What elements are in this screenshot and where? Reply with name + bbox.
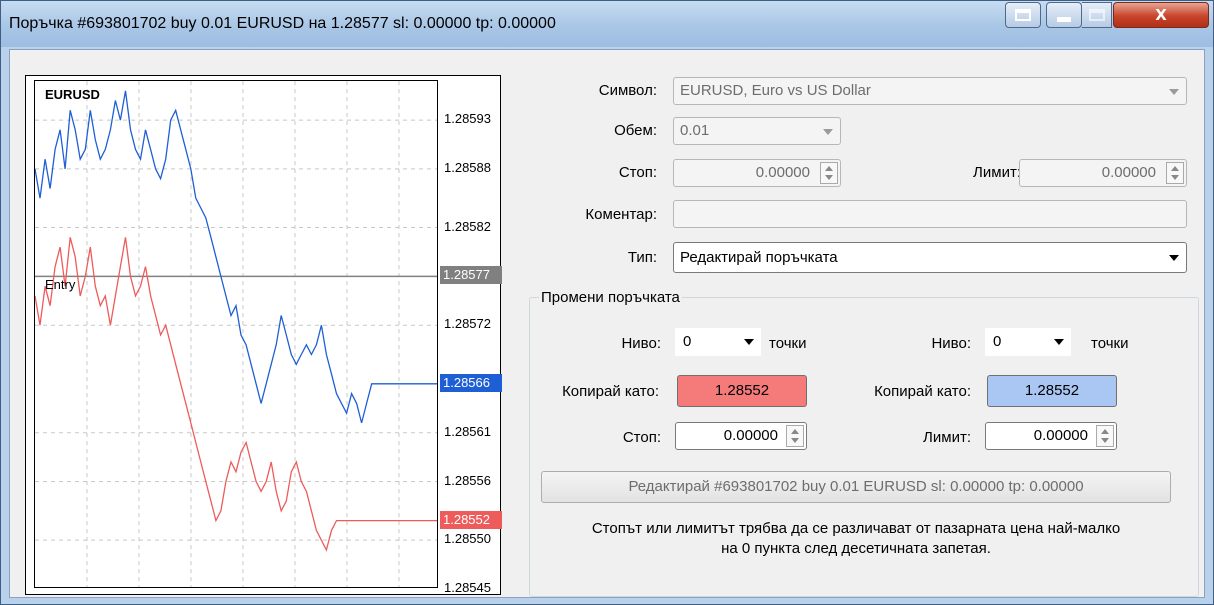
window-title: Поръчка #693801702 buy 0.01 EURUSD на 1.… <box>9 15 556 32</box>
spin-down-icon <box>791 438 799 443</box>
modify-limit-value: 0.00000 <box>1033 427 1088 444</box>
chevron-down-icon <box>823 129 833 135</box>
modify-order-group-title: Промени поръчката <box>539 289 682 306</box>
volume-label: Обем: <box>614 122 657 139</box>
ask-price-tag: 1.28552 <box>440 510 502 529</box>
sl-level-select[interactable]: 0 <box>675 328 761 356</box>
price-tick-label: 1.28556 <box>444 472 491 488</box>
symbol-select-value: EURUSD, Euro vs US Dollar <box>680 82 871 99</box>
chevron-down-icon <box>1054 339 1064 345</box>
chart-svg <box>35 81 437 587</box>
modify-stop-value: 0.00000 <box>723 427 778 444</box>
restore-icon <box>1015 9 1031 21</box>
sl-level-value: 0 <box>683 333 692 350</box>
minimize-icon <box>1057 16 1071 22</box>
modify-stop-label: Стоп: <box>622 429 661 446</box>
modify-stop-spinner[interactable] <box>786 425 804 447</box>
symbol-label: Символ: <box>598 82 657 99</box>
title-bar[interactable]: Поръчка #693801702 buy 0.01 EURUSD на 1.… <box>1 1 1213 47</box>
entry-line-label: Entry <box>45 277 76 292</box>
modify-stop-field[interactable]: 0.00000 <box>675 422 807 450</box>
spin-up-icon <box>1171 166 1179 171</box>
chevron-down-icon <box>1169 255 1179 261</box>
tp-level-select[interactable]: 0 <box>985 328 1071 356</box>
tp-level-value: 0 <box>993 333 1002 350</box>
sl-points-label: точки <box>769 335 807 352</box>
chart-symbol-label: EURUSD <box>45 87 100 102</box>
order-type-value: Редактирай поръчката <box>680 249 838 266</box>
info-note-line-2: на 0 пункта след десетичната запетая. <box>721 540 991 557</box>
copy-sl-button[interactable]: 1.28552 <box>677 375 807 407</box>
take-profit-label: Лимит: <box>973 164 1021 181</box>
comment-label: Коментар: <box>585 206 657 223</box>
stop-loss-field[interactable]: 0.00000 <box>673 159 841 187</box>
copy-tp-button[interactable]: 1.28552 <box>987 375 1117 407</box>
price-tick-label: 1.28582 <box>444 218 491 234</box>
take-profit-value: 0.00000 <box>1101 164 1156 181</box>
copy-tp-label: Копирай като: <box>874 383 971 400</box>
spin-down-icon <box>1101 438 1109 443</box>
take-profit-spinner[interactable] <box>1166 162 1184 184</box>
sl-level-label: Ниво: <box>621 335 661 352</box>
chevron-down-icon <box>1169 89 1179 95</box>
modify-order-button[interactable]: Редактирай #693801702 buy 0.01 EURUSD sl… <box>541 471 1171 503</box>
type-label: Тип: <box>627 249 657 266</box>
minimize-button[interactable] <box>1046 2 1082 28</box>
bid-price-line <box>35 90 437 424</box>
symbol-select[interactable]: EURUSD, Euro vs US Dollar <box>673 77 1187 105</box>
price-tick-label: 1.28588 <box>444 159 491 175</box>
restore-window-button[interactable] <box>1005 2 1041 28</box>
price-chart: EURUSD Entry 1.28593 1.28588 1.28582 1.2857… <box>25 75 502 595</box>
close-icon: X <box>1155 6 1167 24</box>
copy-sl-label: Копирай като: <box>562 383 659 400</box>
chevron-down-icon <box>744 339 754 345</box>
price-tick-label: 1.28593 <box>444 111 491 127</box>
spin-down-icon <box>1171 175 1179 180</box>
spin-down-icon <box>825 175 833 180</box>
maximize-icon <box>1088 9 1105 21</box>
spin-up-icon <box>1101 429 1109 434</box>
info-note-line-1: Стопът или лимитът трябва да се различав… <box>591 520 1121 537</box>
info-note: Стопът или лимитът трябва да се различав… <box>531 519 1181 559</box>
stop-loss-value: 0.00000 <box>755 164 810 181</box>
maximize-button[interactable] <box>1082 2 1112 28</box>
stop-loss-spinner[interactable] <box>820 162 838 184</box>
order-type-select[interactable]: Редактирай поръчката <box>673 242 1187 273</box>
stop-loss-label: Стоп: <box>618 164 657 181</box>
modify-limit-label: Лимит: <box>923 429 971 446</box>
price-tick-label: 1.28550 <box>444 531 491 547</box>
close-button[interactable]: X <box>1113 2 1209 28</box>
modify-limit-spinner[interactable] <box>1096 425 1114 447</box>
order-window: Поръчка #693801702 buy 0.01 EURUSD на 1.… <box>0 0 1214 605</box>
ask-price-line <box>35 237 437 552</box>
volume-select[interactable]: 0.01 <box>673 117 841 145</box>
price-tick-label: 1.28561 <box>444 423 491 439</box>
bid-price-tag: 1.28566 <box>440 373 502 392</box>
entry-price-tag: 1.28577 <box>440 266 502 285</box>
volume-select-value: 0.01 <box>680 122 710 139</box>
tp-points-label: точки <box>1091 335 1129 352</box>
tp-level-label: Ниво: <box>931 335 971 352</box>
spin-up-icon <box>791 429 799 434</box>
chart-plot-area: EURUSD Entry <box>34 80 438 588</box>
price-tick-label: 1.28572 <box>444 316 491 332</box>
price-tick-label: 1.28545 <box>444 580 491 595</box>
modify-limit-field[interactable]: 0.00000 <box>985 422 1117 450</box>
comment-field[interactable] <box>673 200 1187 228</box>
take-profit-field[interactable]: 0.00000 <box>1019 159 1187 187</box>
spin-up-icon <box>825 166 833 171</box>
